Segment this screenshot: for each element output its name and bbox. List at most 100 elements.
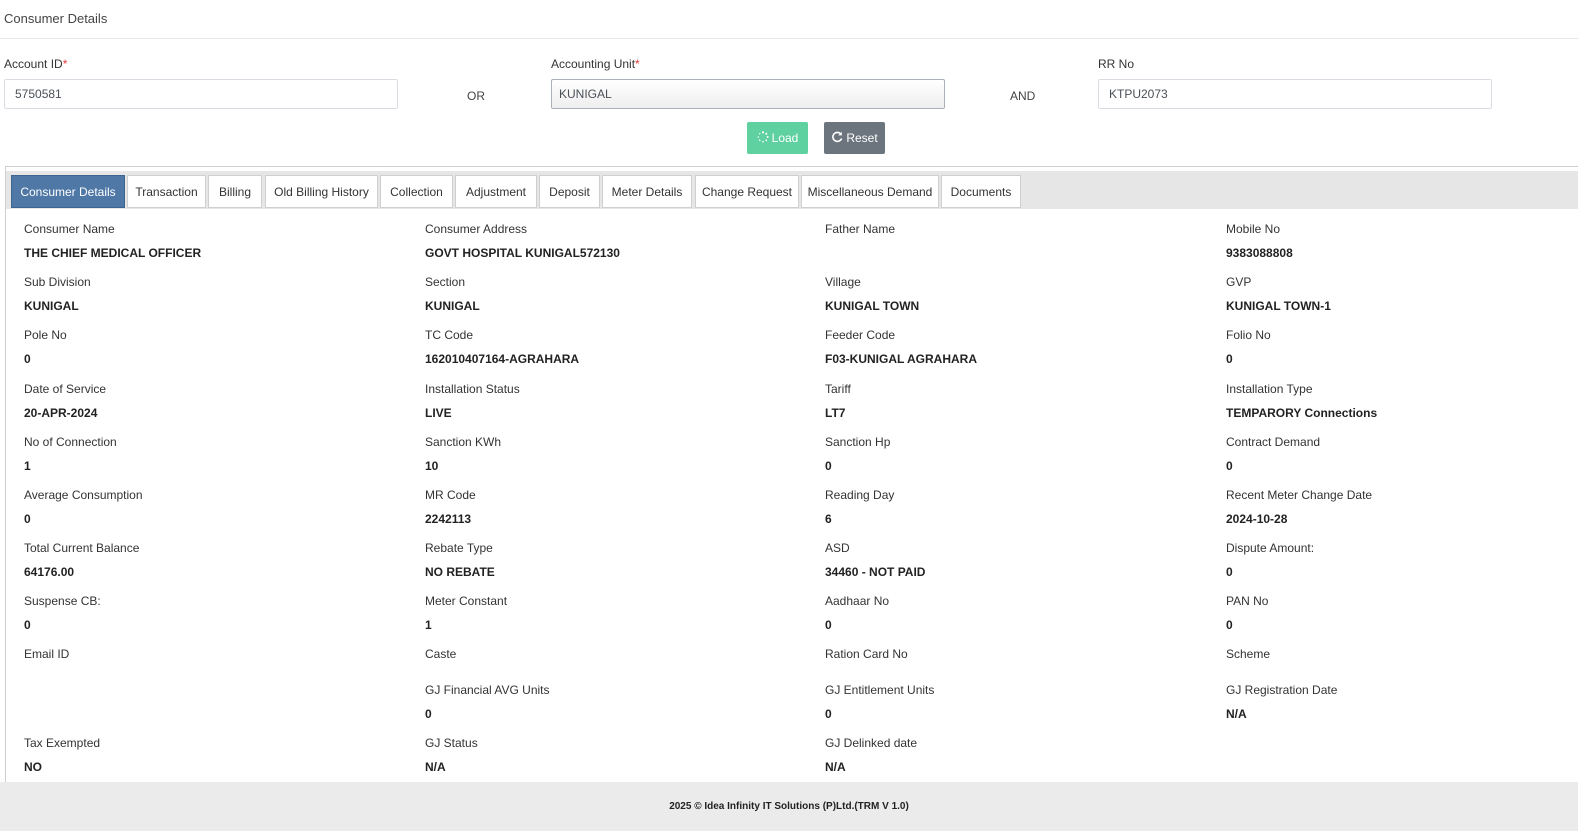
detail-value: 1 (24, 459, 31, 473)
detail-value: F03-KUNIGAL AGRAHARA (825, 352, 978, 366)
accounting-unit-input[interactable] (551, 79, 945, 109)
detail-label: Total Current Balance (24, 541, 140, 555)
detail-label: GJ Status (425, 736, 478, 750)
footer-text: 2025 © Idea Infinity IT Solutions (P)Ltd… (669, 801, 909, 812)
page-title: Consumer Details (4, 11, 108, 26)
refresh-icon (831, 131, 843, 145)
detail-value: KUNIGAL TOWN (825, 299, 920, 313)
tab-documents[interactable]: Documents (941, 175, 1021, 208)
detail-label: Mobile No (1226, 222, 1281, 236)
tab-billing[interactable]: Billing (208, 175, 262, 208)
account-id-label: Account ID* (4, 57, 68, 71)
detail-value: 2242113 (425, 512, 472, 526)
detail-label: Consumer Name (24, 222, 115, 236)
detail-label: GJ Delinked date (825, 736, 918, 750)
reset-button[interactable]: Reset (824, 122, 885, 154)
detail-label: Scheme (1226, 647, 1271, 661)
detail-label: Installation Type (1226, 382, 1313, 396)
page-header: Consumer Details (0, 0, 1578, 39)
detail-label: Folio No (1226, 328, 1271, 342)
detail-label: Father Name (825, 222, 896, 236)
detail-value: LIVE (425, 406, 452, 420)
detail-label: Consumer Address (425, 222, 528, 236)
tab-miscellaneous-demand[interactable]: Miscellaneous Demand (801, 175, 939, 208)
detail-label: MR Code (425, 488, 476, 502)
tab-change-request[interactable]: Change Request (695, 175, 799, 208)
detail-value: 0 (1226, 618, 1233, 632)
detail-label: Rebate Type (425, 541, 493, 555)
required-mark: * (62, 57, 68, 71)
account-id-input[interactable] (4, 79, 398, 109)
detail-label: Section (425, 275, 466, 289)
load-button-label: Load (771, 131, 799, 145)
detail-label: Contract Demand (1226, 435, 1321, 449)
detail-value: GOVT HOSPITAL KUNIGAL572130 (425, 246, 620, 260)
detail-label: GJ Entitlement Units (825, 683, 935, 697)
rr-no-label: RR No (1098, 57, 1135, 71)
detail-value: THE CHIEF MEDICAL OFFICER (24, 246, 202, 260)
tab-deposit[interactable]: Deposit (539, 175, 600, 208)
detail-value: 0 (1226, 352, 1233, 366)
detail-value: KUNIGAL (24, 299, 79, 313)
accounting-unit-label: Accounting Unit* (551, 57, 640, 71)
detail-label: Sanction KWh (425, 435, 502, 449)
detail-value: KUNIGAL (425, 299, 480, 313)
detail-label: Installation Status (425, 382, 520, 396)
detail-value: N/A (825, 760, 846, 774)
load-button[interactable]: Load (747, 122, 808, 154)
detail-value: 0 (825, 618, 832, 632)
spinner-icon (757, 131, 769, 145)
detail-value: NO REBATE (425, 565, 495, 579)
detail-value: 6 (825, 512, 832, 526)
detail-value: 1 (425, 618, 432, 632)
detail-label: Village (825, 275, 861, 289)
detail-label: PAN No (1226, 594, 1269, 608)
detail-value: 9383088808 (1226, 246, 1293, 260)
detail-value: 0 (24, 618, 31, 632)
reset-button-label: Reset (846, 131, 878, 145)
footer: 2025 © Idea Infinity IT Solutions (P)Ltd… (0, 782, 1578, 831)
required-mark: * (635, 57, 640, 71)
consumer-panel: Consumer Details Transaction Billing Old… (5, 166, 1578, 782)
detail-label: Date of Service (24, 382, 107, 396)
tab-adjustment[interactable]: Adjustment (455, 175, 537, 208)
detail-value: LT7 (825, 406, 846, 420)
detail-value: 34460 - NOT PAID (825, 565, 926, 579)
detail-label: Email ID (24, 647, 70, 661)
detail-value: N/A (1226, 707, 1247, 721)
detail-value: 0 (24, 352, 31, 366)
tab-transaction[interactable]: Transaction (127, 175, 206, 208)
rr-no-input[interactable] (1098, 79, 1492, 109)
detail-label: Dispute Amount: (1226, 541, 1315, 555)
detail-label: Pole No (24, 328, 67, 342)
detail-value: 162010407164-AGRAHARA (425, 352, 580, 366)
detail-value: 0 (825, 707, 832, 721)
detail-value: 2024-10-28 (1226, 512, 1288, 526)
detail-label: Reading Day (825, 488, 895, 502)
detail-label: Recent Meter Change Date (1226, 488, 1373, 502)
detail-label: ASD (825, 541, 850, 555)
detail-value: KUNIGAL TOWN-1 (1226, 299, 1331, 313)
tab-consumer-details[interactable]: Consumer Details (11, 175, 125, 208)
detail-value: NO (24, 760, 42, 774)
detail-label: Aadhaar No (825, 594, 890, 608)
detail-value: 0 (825, 459, 832, 473)
tab-old-billing-history[interactable]: Old Billing History (265, 175, 378, 208)
detail-label: TC Code (425, 328, 474, 342)
detail-label: Suspense CB: (24, 594, 101, 608)
tab-collection[interactable]: Collection (380, 175, 453, 208)
detail-value: N/A (425, 760, 446, 774)
detail-label: Tariff (825, 382, 851, 396)
detail-label: GJ Financial AVG Units (425, 683, 550, 697)
detail-label: Sanction Hp (825, 435, 891, 449)
detail-label: Meter Constant (425, 594, 508, 608)
detail-label: No of Connection (24, 435, 117, 449)
detail-label: Tax Exempted (24, 736, 101, 750)
detail-value: 0 (24, 512, 31, 526)
or-label: OR (467, 89, 485, 103)
detail-value: 0 (425, 707, 432, 721)
detail-value: TEMPARORY Connections (1226, 406, 1378, 420)
detail-label: GJ Registration Date (1226, 683, 1338, 697)
detail-label: GVP (1226, 275, 1252, 289)
tab-meter-details[interactable]: Meter Details (602, 175, 692, 208)
